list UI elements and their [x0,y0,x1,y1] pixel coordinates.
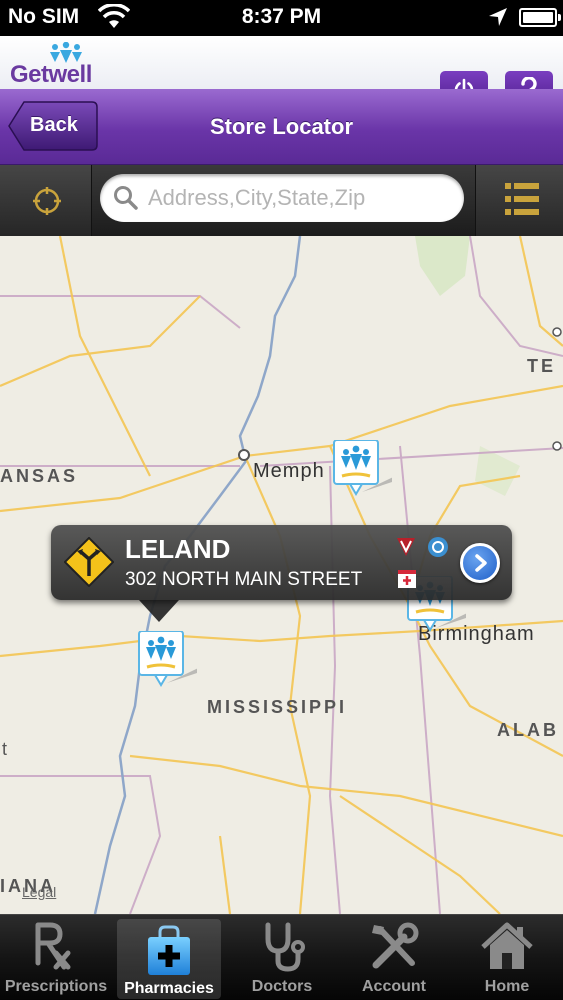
location-arrow-icon [489,8,507,26]
tab-label: Pharmacies [124,980,214,997]
map-label-arkansas: ANSAS [0,466,79,486]
tab-label: Account [362,978,426,995]
store-callout[interactable]: LELAND 302 NORTH MAIN STREET [51,525,512,600]
locate-me-button[interactable] [0,165,92,236]
vaccine-icon [397,538,415,556]
clinic-icon [398,570,416,588]
page-title: Store Locator [209,114,354,139]
house-icon [481,922,533,969]
status-bar: No SIM 8:37 PM [0,0,563,36]
map-label-tennessee: TE [527,356,557,376]
stethoscope-icon [265,922,305,972]
tab-account[interactable]: Account [338,915,450,1000]
list-icon [505,183,539,215]
battery-icon [519,8,561,27]
crosshair-icon [33,187,61,215]
getwell-logo: Getwell [10,42,100,88]
tab-label: Doctors [251,978,313,995]
search-input[interactable] [148,182,448,214]
store-address: 302 NORTH MAIN STREET [125,569,363,590]
tab-bar: Prescriptions Pharmacies Doctors Account… [0,914,563,1000]
list-view-button[interactable] [475,165,563,236]
map-label-mississippi: MISSISSIPPI [207,697,348,717]
legal-link[interactable]: Legal [22,884,56,900]
tab-pharmacies[interactable]: Pharmacies [117,919,221,999]
medication-icon [428,537,448,557]
city-label-memphis: Memph [253,460,325,482]
store-details-button[interactable] [460,543,500,583]
navigation-bar: Back Store Locator [0,89,563,165]
rx-icon [35,922,71,970]
map-label-alabama: ALAB [497,720,559,740]
chevron-right-icon [475,554,487,572]
search-bar [0,165,563,236]
tab-prescriptions[interactable]: Prescriptions [0,915,112,1000]
callout-pointer [139,600,179,622]
store-name: LELAND [125,534,231,564]
direction-sign-icon [64,537,114,587]
map-label-fragment: t [2,739,11,759]
tools-icon [372,922,419,969]
pharmacy-pin-leland[interactable] [137,631,197,691]
search-icon [114,186,138,210]
clock-label: 8:37 PM [241,5,322,28]
logo-text: Getwell [10,61,92,88]
tab-home[interactable]: Home [451,915,563,1000]
tab-label: Home [484,978,530,995]
pharmacy-pin-memphis[interactable] [332,440,392,500]
search-field[interactable] [100,174,464,222]
brand-bar: Getwell [0,36,563,107]
tab-label: Prescriptions [4,978,108,995]
pharmacy-bag-icon [148,925,190,975]
tab-doctors[interactable]: Doctors [226,915,338,1000]
